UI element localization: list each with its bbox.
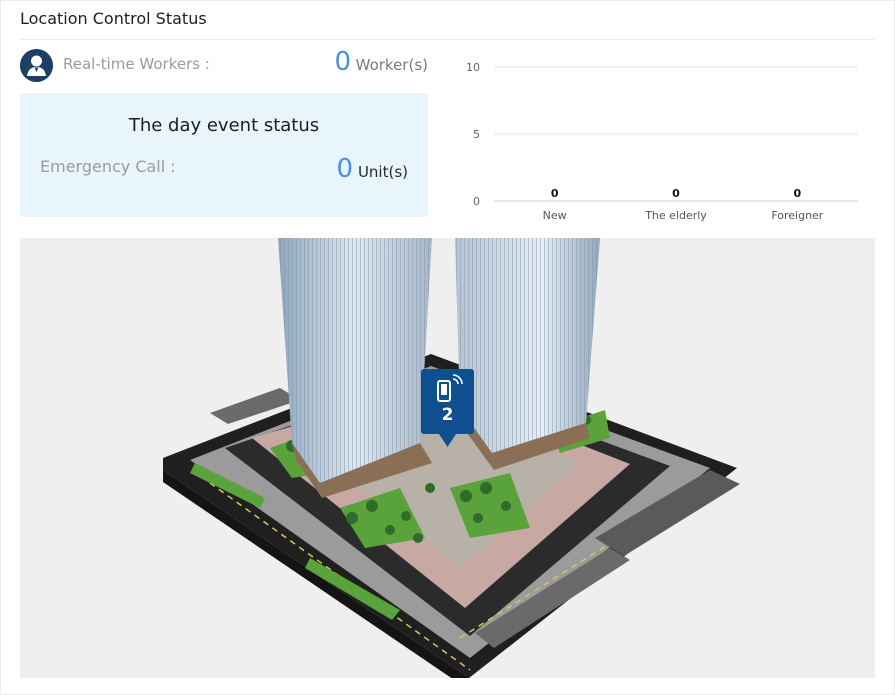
y-tick-label: 0 (473, 195, 480, 208)
x-tick-label: New (543, 209, 567, 222)
realtime-workers-row: Real-time Workers : 0 Worker(s) (20, 47, 428, 83)
y-tick-label: 10 (466, 61, 480, 74)
x-tick-label: Foreigner (771, 209, 823, 222)
realtime-workers-unit: Worker(s) (355, 56, 428, 74)
x-tick-label: The elderly (644, 209, 707, 222)
panel-title: Location Control Status (20, 9, 207, 28)
worker-avatar-icon (20, 49, 53, 82)
day-event-status-card: The day event status Emergency Call : 0 … (20, 93, 428, 217)
emergency-call-label: Emergency Call : (40, 157, 176, 176)
bar-data-label: 0 (551, 187, 559, 200)
tower-right (455, 238, 600, 470)
event-category-bar-chart: 10 5 0 0 New 0 The elderly 0 Foreigner (466, 61, 858, 222)
realtime-workers-count: 0 (334, 47, 351, 77)
y-tick-label: 5 (473, 128, 480, 141)
emergency-call-unit: Unit(s) (357, 163, 408, 181)
bar-data-label: 0 (672, 187, 680, 200)
title-divider (20, 39, 875, 40)
emergency-call-count: 0 (336, 154, 353, 184)
location-control-panel: Location Control Status Real-time Worker… (0, 0, 895, 695)
day-event-status-title: The day event status (128, 115, 320, 136)
tower-left (278, 238, 432, 498)
device-location-marker[interactable]: 2 (421, 369, 474, 447)
bar-data-label: 0 (794, 187, 802, 200)
device-marker-count: 2 (441, 405, 454, 425)
realtime-workers-label: Real-time Workers : (63, 55, 210, 73)
mobile-signal-icon (437, 374, 463, 402)
building-3d-view (163, 238, 740, 678)
building-map[interactable]: 2 (20, 238, 875, 678)
